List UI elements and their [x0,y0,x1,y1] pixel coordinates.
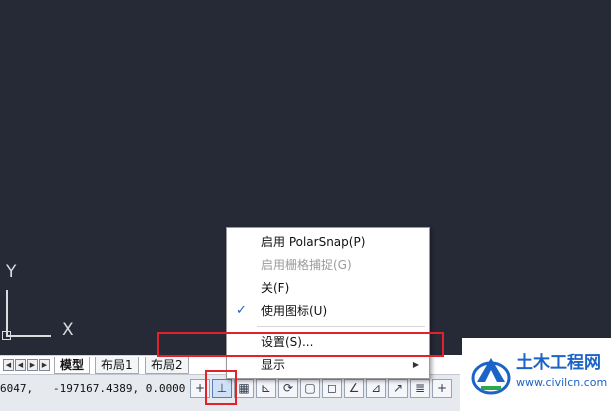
menu-item-label: 显示 [261,358,286,372]
3d-object-snap-button[interactable]: ◻ [322,379,342,398]
layout-tab-strip: ◀ ◀ ▶ ▶ 模型 布局1 布局2 [0,355,230,374]
next-tab-button[interactable]: ▶ [27,359,38,371]
snap-mode-button[interactable]: ⊥ [212,379,232,398]
grid-display-button[interactable]: ▦ [234,379,254,398]
menu-item-use-icons[interactable]: ✓ 使用图标(U) [227,300,429,322]
quick-properties-button[interactable]: + [432,379,452,398]
ucs-x-axis [6,335,51,337]
watermark-url: www.civilcn.com [516,376,608,389]
menu-item-label: 使用图标(U) [261,304,328,318]
menu-item-label: 启用 PolarSnap(P) [261,235,366,249]
coordinate-readout[interactable]: 6047, -197167.4389, 0.0000 [0,379,186,398]
lineweight-button[interactable]: ≣ [410,379,430,398]
polar-tracking-button[interactable]: ⟳ [278,379,298,398]
infer-constraints-button[interactable]: + [190,379,210,398]
ucs-y-label: Y [6,262,17,282]
object-snap-tracking-button[interactable]: ∠ [344,379,364,398]
dynamic-ucs-button[interactable]: ⊿ [366,379,386,398]
dynamic-input-button[interactable]: ↗ [388,379,408,398]
tab-layout2[interactable]: 布局2 [145,357,189,374]
menu-item-label: 启用栅格捕捉(G) [261,258,352,272]
menu-item-label: 设置(S)... [261,335,314,349]
status-bar: 6047, -197167.4389, 0.0000 + ⊥ ▦ ⊾ ⟳ ▢ ◻ ∠ ⊿ ↗ ≣ + [0,374,460,411]
checkmark-icon: ✓ [236,303,247,318]
menu-item-enable-grid-snap: 启用栅格捕捉(G) [227,254,429,276]
civilcn-logo-icon [471,358,511,395]
menu-item-settings[interactable]: 设置(S)... [227,331,429,353]
ucs-x-label: X [62,320,74,340]
submenu-arrow-icon: ▶ [412,360,419,369]
tab-model[interactable]: 模型 [54,357,91,374]
watermark: 土木工程网 www.civilcn.com [462,338,611,411]
menu-item-enable-polarsnap[interactable]: 启用 PolarSnap(P) [227,231,429,253]
ucs-y-axis [6,290,8,337]
first-tab-button[interactable]: ◀ [3,359,14,371]
menu-item-display[interactable]: 显示 ▶ [227,354,429,376]
ucs-origin-box [2,331,11,340]
previous-tab-button[interactable]: ◀ [15,359,26,371]
tab-layout1[interactable]: 布局1 [95,357,139,374]
menu-item-off[interactable]: 关(F) [227,277,429,299]
menu-item-label: 关(F) [261,281,290,295]
last-tab-button[interactable]: ▶ [39,359,50,371]
menu-separator [257,326,425,327]
snap-context-menu: 启用 PolarSnap(P) 启用栅格捕捉(G) 关(F) ✓ 使用图标(U)… [226,227,430,379]
watermark-title: 土木工程网 [516,353,601,373]
ortho-mode-button[interactable]: ⊾ [256,379,276,398]
object-snap-button[interactable]: ▢ [300,379,320,398]
